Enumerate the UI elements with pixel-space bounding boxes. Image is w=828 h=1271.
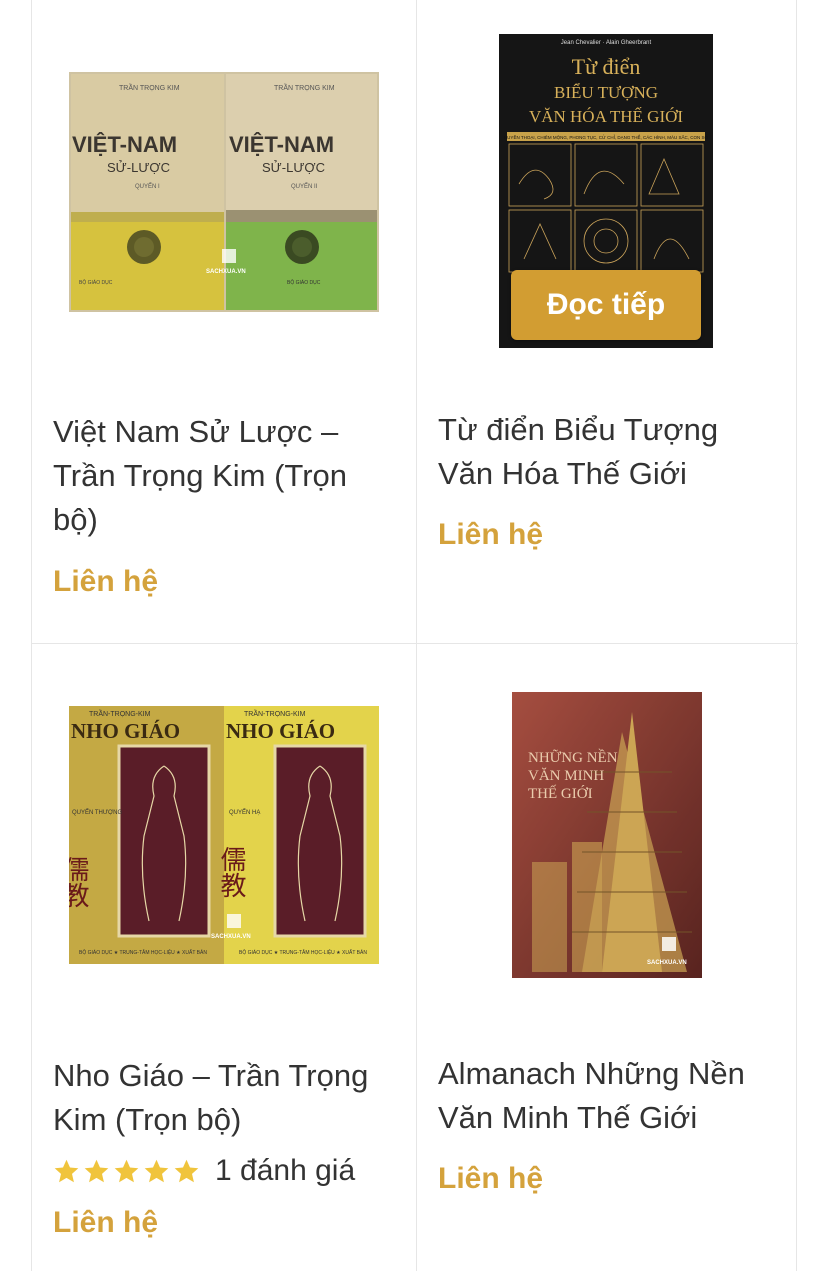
- product-title[interactable]: Nho Giáo – Trần Trọng Kim (Trọn bộ): [53, 1054, 393, 1142]
- svg-text:NHO GIÁO: NHO GIÁO: [226, 719, 335, 743]
- svg-text:SACHXUA.VN: SACHXUA.VN: [206, 269, 246, 275]
- product-card[interactable]: NHỮNG NỀN VĂN MINH THẾ GIỚI SACHXUA.VN A…: [417, 644, 800, 1271]
- svg-text:BỘ GIÁO DỤC: BỘ GIÁO DỤC: [79, 279, 113, 286]
- product-image[interactable]: Jean Chevalier · Alain Gheerbrant Từ điể…: [499, 34, 713, 353]
- rating-count[interactable]: 1 đánh giá: [215, 1154, 355, 1188]
- product-title[interactable]: Việt Nam Sử Lược – Trần Trọng Kim (Trọn …: [53, 410, 393, 542]
- product-card[interactable]: Jean Chevalier · Alain Gheerbrant Từ điể…: [417, 0, 800, 643]
- svg-text:SACHXUA.VN: SACHXUA.VN: [211, 934, 251, 940]
- star-icon: [54, 1159, 79, 1182]
- svg-text:QUYỂN II: QUYỂN II: [291, 183, 318, 190]
- product-grid: TRẦN TRỌNG KIM VIỆT-NAM SỬ-LƯỢC QUYỂN I …: [31, 0, 800, 1271]
- svg-text:NHO GIÁO: NHO GIÁO: [71, 719, 180, 743]
- svg-text:QUYỂN I: QUYỂN I: [135, 183, 160, 190]
- product-card[interactable]: TRẦN-TRỌNG-KIM TRẦN-TRỌNG-KIM NHO GIÁO N…: [32, 644, 415, 1271]
- product-title[interactable]: Từ điển Biểu Tượng Văn Hóa Thế Giới: [438, 408, 778, 496]
- star-icon: [84, 1159, 109, 1182]
- svg-text:Jean Chevalier · Alain Gheerbr: Jean Chevalier · Alain Gheerbrant: [561, 40, 652, 46]
- rating: 1 đánh giá: [53, 1154, 355, 1188]
- product-price: Liên hệ: [53, 565, 159, 598]
- svg-text:VĂN HÓA THẾ GIỚI: VĂN HÓA THẾ GIỚI: [529, 107, 683, 126]
- svg-text:BIỂU TƯỢNG: BIỂU TƯỢNG: [554, 83, 658, 102]
- product-price: Liên hệ: [438, 1162, 544, 1195]
- product-image[interactable]: TRẦN-TRỌNG-KIM TRẦN-TRỌNG-KIM NHO GIÁO N…: [59, 706, 379, 969]
- svg-text:HUYỀN THOẠI, CHIÊM MỘNG, PHONG: HUYỀN THOẠI, CHIÊM MỘNG, PHONG TỤC, CỬ C…: [504, 133, 709, 140]
- svg-text:SỬ-LƯỢC: SỬ-LƯỢC: [262, 160, 325, 175]
- svg-text:VIỆT-NAM: VIỆT-NAM: [72, 132, 177, 157]
- svg-text:BỘ GIÁO DỤC ★ TRUNG-TÂM HỌC-LI: BỘ GIÁO DỤC ★ TRUNG-TÂM HỌC-LIỆU ★ XUẤT …: [239, 948, 367, 956]
- svg-text:SỬ-LƯỢC: SỬ-LƯỢC: [107, 160, 170, 175]
- svg-text:QUYỂN THƯỢNG: QUYỂN THƯỢNG: [72, 809, 122, 816]
- svg-text:BỘ GIÁO DỤC ★ TRUNG-TÂM HỌC-LI: BỘ GIÁO DỤC ★ TRUNG-TÂM HỌC-LIỆU ★ XUẤT …: [79, 948, 207, 956]
- svg-text:儒教: 儒教: [69, 856, 89, 908]
- star-icon: [144, 1159, 169, 1182]
- rating-stars: [53, 1158, 200, 1185]
- svg-text:Từ điển: Từ điển: [572, 54, 641, 79]
- product-image[interactable]: NHỮNG NỀN VĂN MINH THẾ GIỚI SACHXUA.VN: [512, 692, 702, 983]
- product-image[interactable]: TRẦN TRỌNG KIM VIỆT-NAM SỬ-LƯỢC QUYỂN I …: [69, 72, 379, 317]
- svg-text:儒教: 儒教: [216, 846, 246, 898]
- product-price: Liên hệ: [53, 1206, 159, 1239]
- star-icon: [174, 1159, 199, 1182]
- read-more-button[interactable]: Đọc tiếp: [511, 270, 701, 340]
- product-price: Liên hệ: [438, 518, 544, 551]
- svg-text:VIỆT-NAM: VIỆT-NAM: [229, 132, 334, 157]
- product-card[interactable]: TRẦN TRỌNG KIM VIỆT-NAM SỬ-LƯỢC QUYỂN I …: [32, 0, 415, 643]
- star-icon: [114, 1159, 139, 1182]
- product-title[interactable]: Almanach Những Nền Văn Minh Thế Giới: [438, 1052, 778, 1140]
- svg-text:BỘ GIÁO DỤC: BỘ GIÁO DỤC: [287, 279, 321, 286]
- svg-text:QUYỂN HẠ: QUYỂN HẠ: [229, 809, 260, 816]
